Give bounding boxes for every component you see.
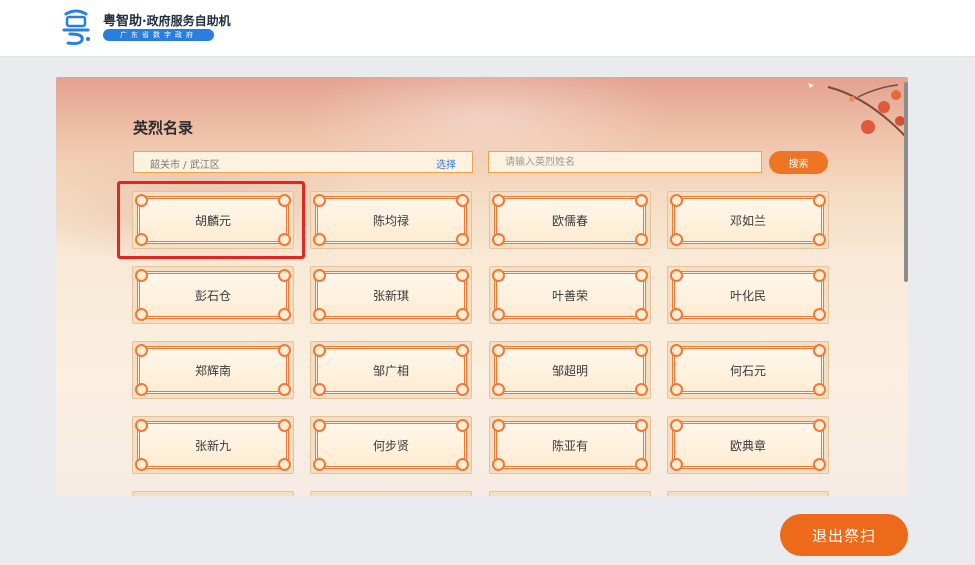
- martyr-name: 胡麟元: [194, 213, 231, 228]
- brand-name: 粤智助·政府服务自助机: [103, 10, 231, 29]
- name-card[interactable]: 邓如兰: [667, 191, 829, 249]
- name-card[interactable]: [310, 491, 472, 496]
- name-card[interactable]: 张新九: [132, 416, 294, 474]
- brand-subtitle: 广东省数字政府: [103, 29, 214, 41]
- name-card[interactable]: [132, 491, 294, 496]
- name-card[interactable]: 叶化民: [667, 266, 829, 324]
- name-card[interactable]: 叶善荣: [489, 266, 651, 324]
- martyr-name: 何步贤: [372, 438, 409, 453]
- martyr-name: 叶化民: [729, 288, 766, 303]
- scrollbar-thumb[interactable]: [904, 82, 908, 282]
- martyr-name: 陈亚有: [551, 438, 588, 453]
- martyr-list-panel: 英烈名录 韶关市 / 武江区 选择 搜索 胡麟元 陈均禄 欧儒春 邓如兰: [56, 77, 908, 496]
- name-card[interactable]: 陈均禄: [310, 191, 472, 249]
- name-card[interactable]: 胡麟元: [132, 191, 294, 249]
- name-card[interactable]: 何步贤: [310, 416, 472, 474]
- martyr-search-input[interactable]: [488, 151, 762, 173]
- name-card[interactable]: 欧儒春: [489, 191, 651, 249]
- name-card[interactable]: 邹广相: [310, 341, 472, 399]
- martyr-name: 邓如兰: [729, 213, 766, 228]
- martyr-name: 郑辉南: [194, 363, 231, 378]
- name-card[interactable]: [489, 491, 651, 496]
- region-field[interactable]: 韶关市 / 武江区 选择: [133, 151, 473, 173]
- search-button[interactable]: 搜索: [769, 151, 828, 174]
- martyr-name: 何石元: [729, 363, 766, 378]
- brand-tagline: ·政府服务自助机: [142, 14, 231, 28]
- name-card[interactable]: [667, 491, 829, 496]
- app-header: 粤智助·政府服务自助机 广东省数字政府: [0, 0, 975, 57]
- martyr-name: 叶善荣: [551, 288, 588, 303]
- blossom-decoration-icon: [808, 83, 907, 138]
- martyr-name: 陈均禄: [372, 213, 409, 228]
- name-card[interactable]: 欧典章: [667, 416, 829, 474]
- exit-memorial-button[interactable]: 退出祭扫: [780, 514, 908, 556]
- name-card[interactable]: 何石元: [667, 341, 829, 399]
- martyr-name: 邹广相: [372, 363, 409, 378]
- martyr-name: 张新九: [194, 438, 231, 453]
- yue-character-logo-icon: [62, 9, 90, 46]
- martyr-name: 欧儒春: [551, 213, 588, 228]
- page-title: 英烈名录: [133, 119, 194, 137]
- region-value: 韶关市 / 武江区: [150, 160, 220, 171]
- brand-title: 粤智助: [103, 14, 143, 29]
- region-select-link[interactable]: 选择: [436, 156, 456, 171]
- martyr-name: 张新琪: [372, 288, 409, 303]
- name-card[interactable]: 张新琪: [310, 266, 472, 324]
- name-card[interactable]: 陈亚有: [489, 416, 651, 474]
- name-card[interactable]: 邹超明: [489, 341, 651, 399]
- name-card[interactable]: 郑辉南: [132, 341, 294, 399]
- martyr-name: 彭石仓: [194, 288, 231, 303]
- martyr-name: 欧典章: [729, 438, 766, 453]
- name-card[interactable]: 彭石仓: [132, 266, 294, 324]
- martyr-name: 邹超明: [551, 363, 588, 378]
